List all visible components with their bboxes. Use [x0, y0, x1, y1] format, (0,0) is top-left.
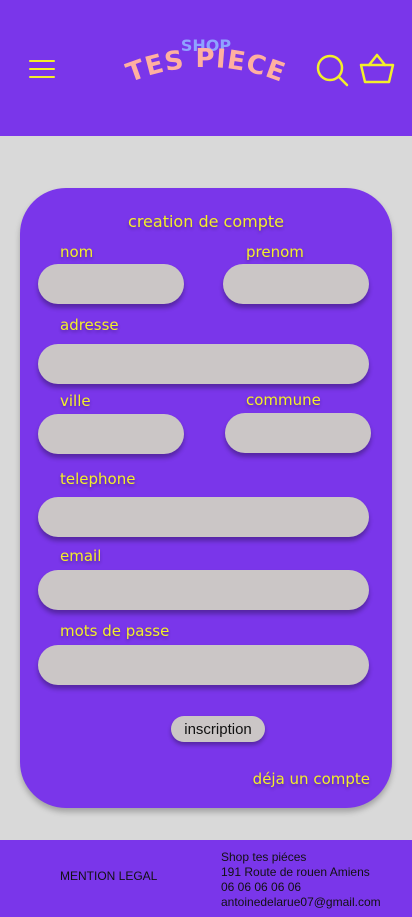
contact-info: Shop tes piéces 191 Route de rouen Amien… — [221, 850, 381, 910]
telephone-input[interactable] — [38, 497, 369, 537]
prenom-label: prenom — [246, 243, 304, 261]
commune-input[interactable] — [225, 413, 371, 453]
ville-label: ville — [60, 392, 91, 410]
nom-input[interactable] — [38, 264, 184, 304]
prenom-input[interactable] — [223, 264, 369, 304]
shop-name: Shop tes piéces — [221, 850, 307, 864]
ville-input[interactable] — [38, 414, 184, 454]
telephone-label: telephone — [60, 470, 136, 488]
logo-main-text: TES PIECE — [122, 44, 289, 89]
shop-address: 191 Route de rouen Amiens — [221, 865, 370, 879]
adresse-input[interactable] — [38, 344, 369, 384]
existing-account-link[interactable]: déja un compte — [253, 770, 370, 788]
adresse-label: adresse — [60, 316, 119, 334]
inscription-button[interactable]: inscription — [171, 716, 265, 742]
email-label: email — [60, 547, 102, 565]
shop-phone: 06 06 06 06 06 — [221, 880, 302, 894]
signup-form-card: creation de compte nom prenom adresse vi… — [20, 188, 392, 808]
hamburger-menu-icon[interactable] — [29, 60, 55, 78]
shop-email: antoinedelarue07@gmail.com — [221, 895, 381, 909]
basket-icon[interactable] — [359, 53, 395, 85]
legal-notice-link[interactable]: MENTION LEGAL — [60, 869, 157, 883]
footer: MENTION LEGAL Shop tes piéces 191 Route … — [0, 840, 412, 917]
nom-label: nom — [60, 243, 94, 261]
password-input[interactable] — [38, 645, 369, 685]
commune-label: commune — [246, 391, 321, 409]
header: SHOP TES PIECE — [0, 0, 412, 136]
search-icon[interactable] — [315, 53, 349, 87]
shop-logo[interactable]: SHOP TES PIECE — [120, 36, 292, 98]
password-label: mots de passe — [60, 622, 170, 640]
email-input[interactable] — [38, 570, 369, 610]
form-title: creation de compte — [128, 212, 284, 231]
